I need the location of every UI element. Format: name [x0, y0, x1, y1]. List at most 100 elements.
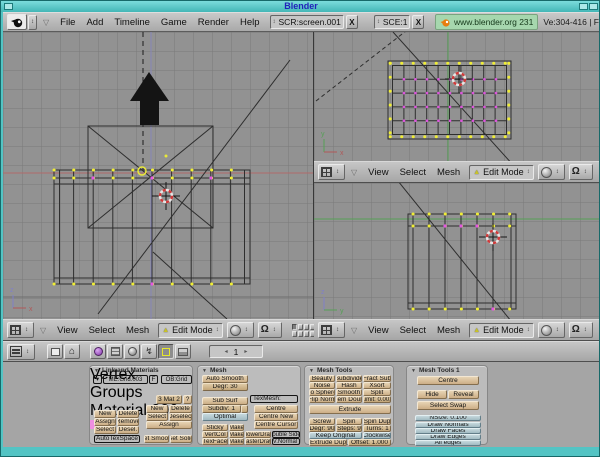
editor-type-button[interactable]: ↕	[318, 164, 345, 180]
header-collapse-icon[interactable]: ▽	[43, 18, 49, 27]
home-view-button[interactable]: ⌂	[64, 344, 80, 359]
auto-smooth-toggle[interactable]: Auto Smooth	[202, 375, 248, 383]
scene-delete-button[interactable]: X	[412, 15, 424, 29]
panel-header[interactable]: ▼ Mesh Tools	[309, 367, 352, 374]
mesh-browse-button[interactable]: ▾	[93, 375, 102, 384]
menu-select[interactable]: Select	[400, 167, 426, 178]
window-close-button[interactable]	[589, 3, 598, 10]
menu-mesh[interactable]: Mesh	[437, 325, 460, 336]
header-collapse-icon[interactable]: ▽	[40, 326, 46, 335]
texface-button[interactable]: TexFace	[202, 438, 228, 445]
viewport-splitter[interactable]	[313, 32, 314, 341]
fract-subd-button[interactable]: Fract Sub	[363, 375, 391, 382]
hash-button[interactable]: Hash	[336, 382, 362, 389]
layer-toggle[interactable]	[298, 331, 303, 337]
mesh-name-field[interactable]: ME:Grid.003	[103, 375, 148, 384]
editing-context-button[interactable]	[158, 344, 174, 359]
menu-select[interactable]: Select	[400, 325, 426, 336]
vgroup-new-button[interactable]: New	[94, 410, 116, 418]
panel-collapse-icon[interactable]: ▼	[94, 368, 99, 374]
subdiv-render-field[interactable]	[241, 405, 248, 413]
header-collapse-icon[interactable]: ▽	[351, 326, 357, 335]
panel-header[interactable]: ▼ Mesh	[202, 367, 227, 374]
material-assign-button[interactable]: Assign	[146, 421, 192, 429]
turns-field[interactable]: Turns: 1	[363, 425, 391, 432]
sub-surf-toggle[interactable]: Sub Surf	[202, 397, 248, 405]
faster-draw-button[interactable]: FasterDraw	[245, 438, 271, 445]
window-menu-button[interactable]	[4, 3, 13, 10]
hide-button[interactable]: Hide	[417, 390, 447, 399]
window-maximize-button[interactable]	[579, 3, 588, 10]
vgroup-select-button[interactable]: Select	[94, 426, 116, 434]
screen-selector[interactable]: ↕ SCR:screen.001	[270, 15, 344, 29]
menu-game[interactable]: Game	[161, 17, 187, 28]
no-vnormal-flip-toggle[interactable]: No V.Normal Flip	[272, 438, 300, 445]
clockwise-toggle[interactable]: Clockwise	[363, 432, 391, 439]
shading-context-button[interactable]	[124, 344, 140, 359]
centre-button[interactable]: Centre	[417, 376, 479, 385]
frame-prev-icon[interactable]: ◂	[225, 348, 228, 355]
limit-field[interactable]: Limit: 0.001	[363, 396, 391, 403]
layer-toggle[interactable]	[292, 324, 297, 330]
pivot-dropdown[interactable]: Ω ↕	[258, 322, 282, 338]
texface-make-button[interactable]: Make	[229, 438, 244, 445]
keep-original-toggle[interactable]: Keep Original	[309, 432, 362, 439]
extrude-button[interactable]: Extrude	[309, 405, 391, 414]
reveal-button[interactable]: Reveal	[448, 390, 479, 399]
menu-render[interactable]: Render	[198, 17, 229, 28]
centre-button[interactable]: Centre	[254, 405, 298, 413]
menu-file[interactable]: File	[60, 17, 75, 28]
window-titlebar[interactable]: Blender	[1, 1, 600, 12]
layer-toggle[interactable]	[298, 324, 303, 330]
menu-view[interactable]: View	[368, 325, 388, 336]
material-select-button[interactable]: Select	[146, 413, 168, 421]
panel-header[interactable]: ▼ Link and Materials	[94, 367, 159, 374]
subdiv-field[interactable]: Subdiv: 1	[202, 405, 241, 413]
smooth-button[interactable]: Smooth	[336, 389, 362, 396]
layer-toggle[interactable]	[304, 324, 309, 330]
menu-view[interactable]: View	[57, 325, 77, 336]
layer-toggle[interactable]	[304, 331, 309, 337]
vgroup-delete-button[interactable]: Delete	[117, 410, 139, 418]
nsize-field[interactable]: NSize: 0.100	[415, 415, 481, 421]
layer-toggle[interactable]	[292, 331, 297, 337]
menu-add[interactable]: Add	[86, 17, 103, 28]
double-sided-toggle[interactable]: Double Sided	[272, 431, 300, 438]
editor-type-button[interactable]: ↕	[7, 344, 35, 360]
draw-mode-dropdown[interactable]: ↕	[538, 322, 565, 338]
subdivide-button[interactable]: Subdivide	[336, 375, 362, 382]
degr90-field[interactable]: Degr: 90	[309, 425, 335, 432]
xsort-button[interactable]: Xsort	[363, 382, 391, 389]
header-collapse-icon[interactable]: ▽	[351, 168, 357, 177]
menu-view[interactable]: View	[368, 167, 388, 178]
panel-header[interactable]: ▼ Mesh Tools 1	[411, 367, 460, 374]
pivot-dropdown[interactable]: Ω ↕	[569, 164, 593, 180]
flip-normals-button[interactable]: Flip Norm	[309, 396, 335, 403]
rem-doubles-button[interactable]: Rem Doubl	[336, 396, 362, 403]
editor-spinner-icon[interactable]: ↕	[28, 15, 37, 30]
scene-context-button[interactable]	[175, 344, 191, 359]
texmesh-field[interactable]: TexMesh:	[250, 395, 298, 403]
beauty-toggle[interactable]: Beauty	[309, 375, 335, 382]
editor-type-button[interactable]: ↕	[7, 322, 34, 338]
version-link[interactable]: www.blender.org 231	[454, 17, 533, 27]
set-solid-button[interactable]: Set Solid	[170, 435, 192, 443]
viewport-front[interactable]: z x	[3, 32, 314, 319]
panel-collapse-icon[interactable]: ▼	[411, 368, 416, 374]
viewport-side[interactable]: z y	[314, 183, 599, 319]
panel-collapse-icon[interactable]: ▼	[202, 368, 207, 374]
spin-dup-button[interactable]: Spin Dup	[363, 418, 391, 425]
frame-next-icon[interactable]: ▸	[244, 348, 247, 355]
vgroup-remove-button[interactable]: Remove	[117, 418, 139, 426]
noise-button[interactable]: Noise	[309, 382, 335, 389]
screen-delete-button[interactable]: X	[346, 15, 358, 29]
select-swap-button[interactable]: Select Swap	[417, 401, 479, 410]
draw-mode-dropdown[interactable]: ↕	[227, 322, 254, 338]
mode-dropdown[interactable]: ▲ Edit Mode ↕	[469, 165, 533, 180]
panel-collapse-icon[interactable]: ▼	[309, 368, 314, 374]
viewport-top[interactable]: y x	[314, 32, 599, 161]
all-edges-toggle[interactable]: All edges	[415, 440, 481, 446]
mode-dropdown[interactable]: ▲ Edit Mode ↕	[469, 323, 533, 338]
offset-field[interactable]: Offset: 1.000	[348, 439, 391, 446]
vertcol-button[interactable]: VertCol	[202, 431, 228, 438]
